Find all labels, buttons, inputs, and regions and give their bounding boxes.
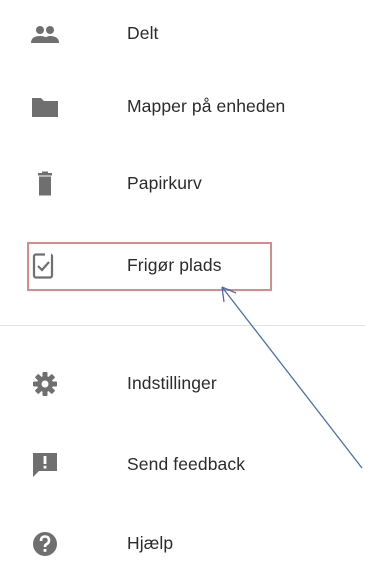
menu-item-label: Frigør plads — [127, 255, 222, 275]
menu-item-hjaelp[interactable]: Hjælp — [0, 524, 365, 564]
menu-item-label: Delt — [127, 23, 159, 43]
free-space-icon — [30, 253, 60, 279]
menu-item-frigoer-plads[interactable]: Frigør plads — [0, 246, 365, 286]
menu-item-mapper[interactable]: Mapper på enheden — [0, 87, 365, 127]
menu-item-delt[interactable]: Delt — [0, 14, 365, 54]
menu-item-label: Send feedback — [127, 454, 246, 474]
gear-icon — [30, 371, 60, 397]
menu-item-label: Mapper på enheden — [127, 96, 286, 116]
menu-item-label: Hjælp — [127, 533, 174, 553]
trash-icon — [30, 171, 60, 197]
help-icon — [30, 531, 60, 557]
divider — [0, 325, 365, 326]
feedback-icon — [30, 452, 60, 478]
folder-icon — [30, 94, 60, 120]
people-icon — [30, 21, 60, 47]
menu-item-label: Papirkurv — [127, 173, 202, 193]
menu-item-papirkurv[interactable]: Papirkurv — [0, 164, 365, 204]
menu-item-send-feedback[interactable]: Send feedback — [0, 445, 365, 485]
menu-item-label: Indstillinger — [127, 373, 217, 393]
menu-item-indstillinger[interactable]: Indstillinger — [0, 364, 365, 404]
